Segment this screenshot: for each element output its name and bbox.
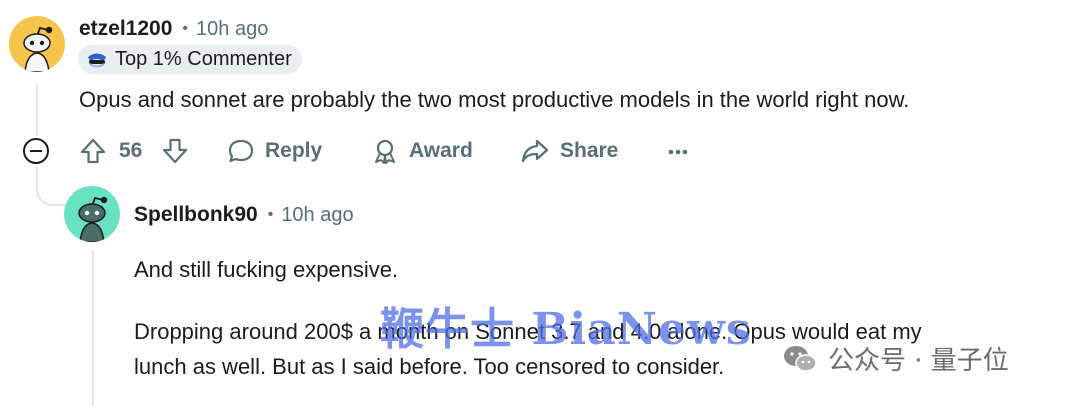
thread-line-reply <box>92 250 94 406</box>
reply-meta: Spellbonk90 • 10h ago <box>134 201 354 229</box>
meta-separator: • <box>182 20 189 37</box>
flair-label: Top 1% Commenter <box>115 48 292 70</box>
wechat-watermark: 公众号 · 量子位 <box>782 340 1009 377</box>
snoo-avatar-icon <box>78 196 108 242</box>
reply-button[interactable]: Reply <box>227 137 322 165</box>
reply-timestamp[interactable]: 10h ago <box>281 204 353 227</box>
thread-connector <box>36 166 68 206</box>
share-arrow-icon <box>521 139 549 163</box>
award-label: Award <box>409 139 473 162</box>
share-label: Share <box>560 139 619 162</box>
collapse-thread-button[interactable] <box>23 138 49 164</box>
reply-label: Reply <box>265 139 323 162</box>
thread-line-main <box>36 84 38 136</box>
downvote-arrow-icon <box>162 138 188 164</box>
share-button[interactable]: Share <box>520 137 618 165</box>
reply-username[interactable]: Spellbonk90 <box>134 203 258 227</box>
reply-paragraph-1: And still fucking expensive. <box>134 257 399 282</box>
vote-count: 56 <box>119 139 143 162</box>
upvote-arrow-icon <box>80 138 106 164</box>
wechat-account-label: 公众号 · 量子位 <box>828 346 1009 376</box>
more-options-button[interactable] <box>668 140 688 169</box>
username[interactable]: etzel1200 <box>79 17 172 41</box>
comment-bubble-icon <box>228 139 254 163</box>
minus-icon <box>30 150 42 152</box>
top-commenter-icon <box>88 53 106 67</box>
award-button[interactable]: Award <box>371 137 473 165</box>
reply-avatar[interactable] <box>64 186 120 242</box>
timestamp[interactable]: 10h ago <box>196 18 268 41</box>
watermark-text: 鞭牛士 BiaNews <box>380 304 752 355</box>
comment-meta: etzel1200 • 10h ago <box>79 15 268 43</box>
wechat-logo-icon <box>784 345 817 372</box>
award-ribbon-icon <box>375 139 395 164</box>
meta-separator: • <box>267 206 274 223</box>
snoo-avatar-icon <box>23 26 53 72</box>
user-flair-badge: Top 1% Commenter <box>78 45 302 74</box>
comment-body: Opus and sonnet are probably the two mos… <box>79 87 910 112</box>
ellipsis-icon <box>668 149 688 155</box>
avatar[interactable] <box>9 16 65 72</box>
downvote-button[interactable] <box>161 137 189 165</box>
upvote-button[interactable] <box>79 137 107 165</box>
